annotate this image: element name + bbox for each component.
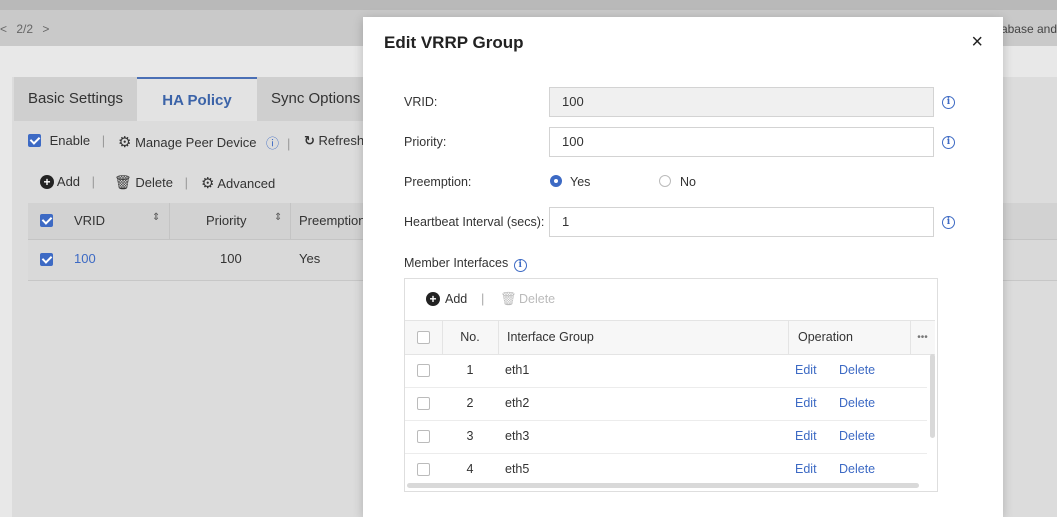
heartbeat-input[interactable]: 1 xyxy=(549,207,934,237)
vertical-scrollbar[interactable] xyxy=(930,354,935,438)
row-edit-link[interactable]: Edit xyxy=(795,387,817,420)
info-icon[interactable]: i xyxy=(942,96,955,109)
pager-text: 2/2 xyxy=(16,22,34,36)
plus-circle-icon: + xyxy=(426,292,440,306)
top-strip xyxy=(0,0,1057,10)
manage-peer-button[interactable]: ⚙ Manage Peer Device xyxy=(118,133,256,151)
row-interface-group: eth1 xyxy=(505,363,530,377)
priority-input[interactable]: 100 xyxy=(549,127,934,157)
tab-basic-settings[interactable]: Basic Settings xyxy=(14,77,146,121)
table-row[interactable]: 3 eth3 Edit Delete xyxy=(405,420,927,454)
tab-ha-policy[interactable]: HA Policy xyxy=(137,77,257,121)
dialog-title: Edit VRRP Group xyxy=(384,33,524,52)
pager-next[interactable]: > xyxy=(42,22,49,36)
delete-label: Delete xyxy=(135,175,173,190)
member-interfaces-text: Member Interfaces xyxy=(404,256,509,270)
enable-label: Enable xyxy=(49,133,91,148)
row-interface-group: eth3 xyxy=(505,429,530,443)
add-button[interactable]: + Add | xyxy=(40,174,103,189)
row-checkbox[interactable] xyxy=(40,253,53,266)
row-priority: 100 xyxy=(220,251,242,266)
advanced-button[interactable]: ⚙ Advanced xyxy=(201,174,275,192)
row-checkbox[interactable] xyxy=(417,430,430,443)
pager: < 2/2 > xyxy=(0,22,49,36)
preemption-label: Preemption: xyxy=(404,175,472,189)
refresh-button[interactable]: ↻ Refresh xyxy=(304,133,364,149)
table-row[interactable]: 4 eth5 Edit Delete xyxy=(405,453,927,486)
header-operation: Operation xyxy=(798,330,853,344)
member-add-button[interactable]: Add xyxy=(445,292,467,306)
row-edit-link[interactable]: Edit xyxy=(795,453,817,486)
member-delete-button[interactable]: Delete xyxy=(519,292,555,306)
row-delete-link[interactable]: Delete xyxy=(839,387,875,420)
refresh-icon: ↻ xyxy=(304,133,315,148)
sort-icon[interactable]: ⇕ xyxy=(152,212,160,223)
tab-label: HA Policy xyxy=(162,92,232,109)
header-preemption[interactable]: Preemption xyxy=(299,213,365,228)
header-no: No. xyxy=(460,330,480,344)
select-all-checkbox[interactable] xyxy=(417,331,430,344)
edit-vrrp-dialog: Edit VRRP Group × VRID: 100 i Priority: … xyxy=(363,17,1003,517)
gear-icon: ⚙ xyxy=(118,134,132,151)
sort-icon[interactable]: ⇕ xyxy=(274,212,282,223)
member-toolbar: + Add | 🗑 Delete xyxy=(405,279,935,320)
preemption-no-radio[interactable] xyxy=(659,175,671,187)
row-checkbox[interactable] xyxy=(417,364,430,377)
delete-button[interactable]: 🗑 Delete | xyxy=(114,174,196,191)
info-icon[interactable]: i xyxy=(513,259,527,272)
row-interface-group: eth5 xyxy=(505,462,530,476)
enable-checkbox[interactable] xyxy=(28,134,41,147)
info-icon[interactable]: i xyxy=(942,216,955,229)
header-interface-group: Interface Group xyxy=(507,330,594,344)
pager-prev[interactable]: < xyxy=(0,22,7,36)
info-icon: ⓘ | xyxy=(266,136,291,151)
row-no: 1 xyxy=(466,363,474,377)
more-columns-icon[interactable]: ••• xyxy=(910,321,935,354)
row-edit-link[interactable]: Edit xyxy=(795,420,817,453)
member-interfaces-table: + Add | 🗑 Delete No. Interface Group Ope… xyxy=(404,278,938,492)
row-no: 2 xyxy=(466,396,474,410)
trash-icon: 🗑 xyxy=(500,291,517,306)
row-no: 4 xyxy=(466,462,474,476)
header-vrid[interactable]: VRID xyxy=(74,213,105,228)
row-interface-group: eth2 xyxy=(505,396,530,410)
horizontal-scrollbar[interactable] xyxy=(407,483,919,488)
vrid-field: 100 xyxy=(549,87,934,117)
vrid-label: VRID: xyxy=(404,95,438,109)
preemption-yes-radio[interactable] xyxy=(550,175,562,187)
gear-icon: ⚙ xyxy=(201,175,215,192)
row-checkbox[interactable] xyxy=(417,463,430,476)
tab-label: Basic Settings xyxy=(28,90,124,107)
manage-peer-label: Manage Peer Device xyxy=(135,135,257,150)
preemption-yes-label[interactable]: Yes xyxy=(570,175,590,189)
row-no: 3 xyxy=(466,429,474,443)
advanced-label: Advanced xyxy=(217,176,276,191)
member-interfaces-label: Member Interfaces i xyxy=(404,256,527,272)
enable-toggle[interactable]: Enable | xyxy=(28,133,113,148)
row-delete-link[interactable]: Delete xyxy=(839,420,875,453)
tab-label: Sync Options xyxy=(271,90,361,107)
preemption-no-label[interactable]: No xyxy=(680,175,696,189)
background-snippet: abase and xyxy=(1000,22,1057,36)
member-table-header: No. Interface Group Operation ••• xyxy=(405,320,935,355)
row-vrid-link[interactable]: 100 xyxy=(74,251,96,266)
priority-label: Priority: xyxy=(404,135,447,149)
table-row[interactable]: 2 eth2 Edit Delete xyxy=(405,387,927,421)
info-icon[interactable]: i xyxy=(942,136,955,149)
table-row[interactable]: 1 eth1 Edit Delete xyxy=(405,354,927,388)
refresh-label: Refresh xyxy=(318,133,365,148)
row-edit-link[interactable]: Edit xyxy=(795,354,817,387)
heartbeat-label: Heartbeat Interval (secs): xyxy=(404,215,545,229)
header-priority[interactable]: Priority xyxy=(206,213,246,228)
row-delete-link[interactable]: Delete xyxy=(839,453,875,486)
close-icon[interactable]: × xyxy=(971,31,983,54)
row-delete-link[interactable]: Delete xyxy=(839,354,875,387)
row-checkbox[interactable] xyxy=(417,397,430,410)
plus-circle-icon: + xyxy=(40,175,54,189)
trash-icon: 🗑 xyxy=(114,174,132,190)
select-all-checkbox[interactable] xyxy=(40,214,53,227)
add-label: Add xyxy=(56,174,81,189)
row-preemption: Yes xyxy=(299,251,321,266)
